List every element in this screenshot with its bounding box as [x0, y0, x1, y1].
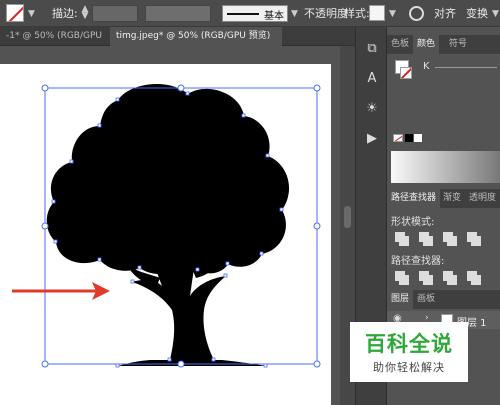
- tab-swatches[interactable]: 色板: [387, 35, 413, 54]
- watermark: 百科全说 助你轻松解决: [350, 322, 468, 382]
- scroll-thumb[interactable]: [344, 206, 351, 228]
- graphic-style-swatch[interactable]: [369, 5, 385, 21]
- color-panel-header: 色板 颜色 符号: [387, 35, 500, 54]
- stroke-swatch[interactable]: [6, 4, 24, 22]
- opacity-label[interactable]: 不透明度: [304, 0, 348, 27]
- intersect-icon[interactable]: [443, 232, 457, 246]
- chevron-down-icon[interactable]: ▼: [291, 9, 298, 19]
- tab-color[interactable]: 颜色: [413, 35, 440, 54]
- expand-panels-icon[interactable]: ⧉: [362, 39, 382, 59]
- stroke-stepper[interactable]: ▲ ▼: [80, 5, 90, 21]
- tab-symbols[interactable]: 符号: [445, 35, 471, 54]
- tab-artboards[interactable]: 画板: [413, 290, 439, 309]
- watermark-title: 百科全说: [365, 332, 453, 356]
- tab-transparency[interactable]: 透明度: [465, 189, 500, 208]
- brush-profile-label: 基本: [264, 11, 284, 22]
- canvas-area[interactable]: [0, 46, 347, 405]
- control-bar: ▼ 描边: ▲ ▼ 基本 ▼ 不透明度 样式: ▼ 对齐 变换 ▼: [0, 0, 500, 27]
- tab-pathfinder[interactable]: 路径查找器: [387, 189, 441, 208]
- black-swatch[interactable]: [405, 134, 413, 142]
- sun-icon[interactable]: ☀: [362, 99, 382, 119]
- illustrator-window: ▼ 描边: ▲ ▼ 基本 ▼ 不透明度 样式: ▼ 对齐 变换 ▼ -1* @ 5…: [0, 0, 500, 405]
- chevron-down-icon[interactable]: ▼: [389, 9, 396, 19]
- channel-label: K: [423, 61, 430, 72]
- stroke-swatch-small[interactable]: [400, 67, 412, 79]
- tree-artwork[interactable]: [0, 64, 331, 405]
- style-label: 样式:: [344, 7, 370, 20]
- artboard[interactable]: [0, 64, 331, 405]
- document-tab-bar: -1* @ 50% (RGB/GPU 预览) ✕ timg.jpeg* @ 50…: [0, 27, 355, 60]
- tab-label: timg.jpeg* @ 50% (RGB/GPU 预览): [116, 31, 271, 41]
- merge-icon[interactable]: [443, 271, 457, 285]
- layers-panel-header: 图层 画板: [387, 290, 500, 309]
- crop-icon[interactable]: [467, 271, 481, 285]
- chevron-down-icon[interactable]: ▼: [28, 9, 35, 19]
- brush-definition[interactable]: 基本: [222, 5, 288, 22]
- tab-document-1[interactable]: -1* @ 50% (RGB/GPU 预览) ✕: [0, 27, 108, 60]
- pathfinder-panel-header: 路径查找器 渐变 透明度: [387, 189, 500, 208]
- trim-icon[interactable]: [419, 271, 433, 285]
- stroke-label: 描边:: [52, 7, 78, 20]
- variable-width-field[interactable]: [145, 5, 211, 22]
- stroke-weight-field[interactable]: [92, 5, 138, 22]
- chevron-down-icon[interactable]: ▼: [492, 9, 499, 19]
- tree-shape: [46, 83, 290, 366]
- minus-front-icon[interactable]: [419, 232, 433, 246]
- pathfinders-label: 路径查找器:: [391, 256, 445, 267]
- exclude-icon[interactable]: [467, 232, 481, 246]
- red-arrow-icon: [12, 282, 110, 300]
- play-icon[interactable]: ▶: [362, 129, 382, 149]
- shape-modes-label: 形状模式:: [391, 217, 435, 228]
- tab-timg[interactable]: timg.jpeg* @ 50% (RGB/GPU 预览) ✕: [110, 27, 282, 60]
- tab-gradient[interactable]: 渐变: [439, 189, 465, 208]
- watermark-subtitle: 助你轻松解决: [373, 361, 445, 374]
- tab-layers[interactable]: 图层: [387, 290, 414, 309]
- recolor-icon[interactable]: [409, 6, 424, 21]
- k-slider[interactable]: [435, 67, 497, 68]
- transform-button[interactable]: 变换: [466, 0, 488, 27]
- divide-icon[interactable]: [395, 271, 409, 285]
- align-button[interactable]: 对齐: [434, 0, 456, 27]
- spectrum-bar[interactable]: [391, 151, 500, 183]
- character-icon[interactable]: A: [362, 69, 382, 89]
- unite-icon[interactable]: [395, 232, 409, 246]
- white-swatch[interactable]: [414, 134, 422, 142]
- none-swatch[interactable]: [393, 134, 403, 142]
